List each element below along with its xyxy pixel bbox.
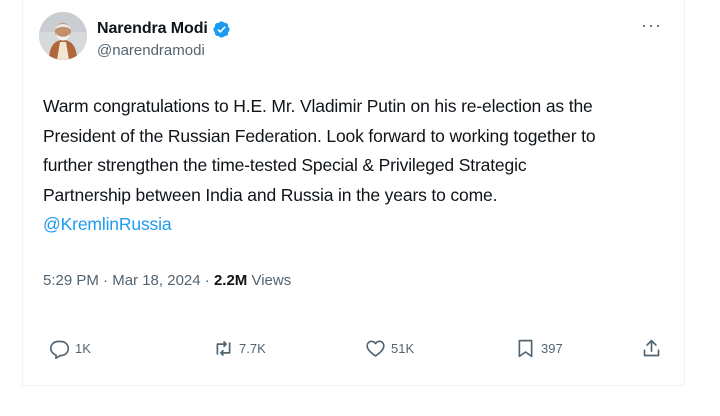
repost-icon [216,340,231,356]
author-block: Narendra Modi @narendramodi [97,18,231,62]
tweet-date[interactable]: Mar 18, 2024 [112,272,200,289]
meta-separator: · [103,272,109,289]
repost-button[interactable]: 7.7K [213,334,266,362]
reply-button[interactable]: 1K [49,334,91,362]
reply-count: 1K [75,340,91,356]
name-row: Narendra Modi [97,18,231,40]
action-bar: 1K 7.7K 51K 397 [43,334,667,362]
tweet-card: Narendra Modi @narendramodi ··· Warm con… [22,0,685,386]
bookmark-count: 397 [541,340,563,356]
tweet-meta: 5:29 PM · Mar 18, 2024 · 2.2M Views [43,272,291,289]
tweet-time[interactable]: 5:29 PM [43,272,99,289]
tweet-text: Warm congratulations to H.E. Mr. Vladimi… [43,92,683,240]
display-name[interactable]: Narendra Modi [97,20,208,38]
meta-separator: · [204,272,210,289]
bookmark-button[interactable]: 397 [515,334,563,362]
tweet-line: Warm congratulations to H.E. Mr. Vladimi… [43,96,593,116]
views-label: Views [251,272,292,289]
bookmark-icon [518,339,533,357]
tweet-line: Partnership between India and Russia in … [43,184,498,205]
reply-icon [49,340,70,359]
verified-badge-icon [212,20,231,39]
share-button[interactable] [641,334,662,362]
avatar-image [39,12,87,60]
repost-count: 7.7K [239,340,266,356]
like-button[interactable]: 51K [365,334,414,362]
tweet-line: President of the Russian Federation. Loo… [43,125,596,146]
mention-link[interactable]: @KremlinRussia [43,210,683,240]
user-handle[interactable]: @narendramodi [97,42,231,59]
tweet-line: further strengthen the time-tested Speci… [43,155,527,175]
more-horizontal-icon[interactable]: ··· [641,16,662,34]
like-count: 51K [391,340,415,356]
views-count: 2.2M [213,272,248,289]
share-icon [643,339,660,356]
avatar[interactable] [39,12,87,60]
heart-icon [366,339,385,357]
